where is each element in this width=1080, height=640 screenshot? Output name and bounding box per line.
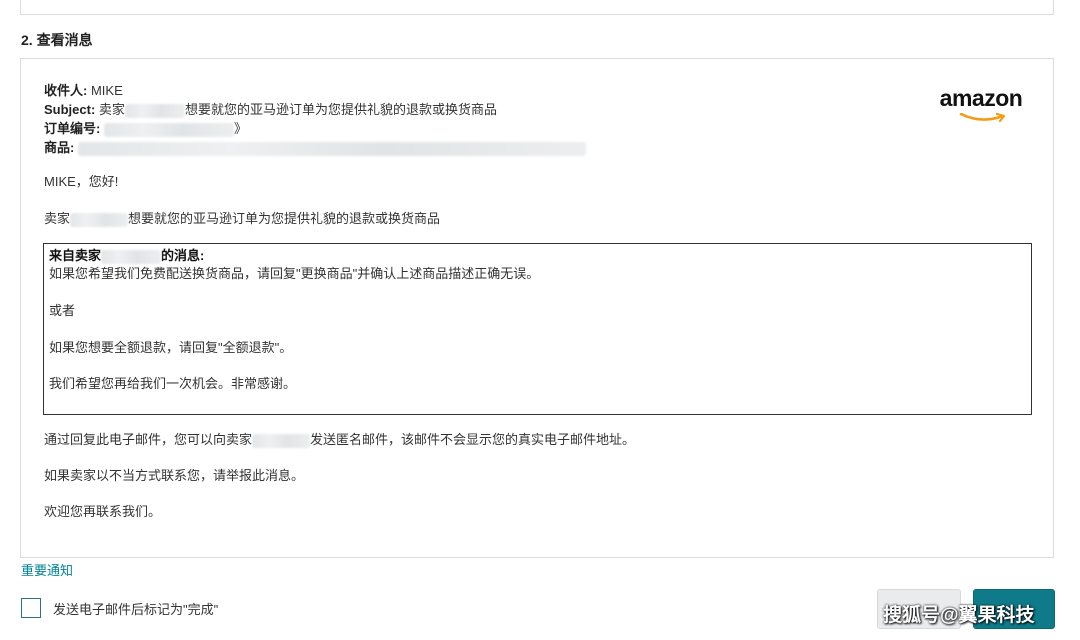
anonymous-reply-note: 通过回复此电子邮件，您可以向卖家 发送匿名邮件，该邮件不会显示您的真实电子邮件地址… [44, 429, 635, 448]
message-header-prefix: 来自卖家 [49, 248, 102, 263]
redacted-seller-name [124, 103, 185, 118]
report-note: 如果卖家以不当方式联系您，请举报此消息。 [44, 468, 305, 483]
welcome-note: 欢迎您再联系我们。 [44, 504, 162, 519]
anon-suffix: 发送匿名邮件，该邮件不会显示您的真实电子邮件地址。 [310, 432, 636, 447]
redacted-seller-name [101, 249, 162, 264]
message-header: 来自卖家 的消息: [49, 247, 204, 265]
order-label: 订单编号: [44, 121, 101, 136]
message-header-suffix: 的消息: [161, 248, 205, 263]
important-notice-link[interactable]: 重要通知 [21, 560, 73, 579]
intro-prefix: 卖家 [44, 211, 71, 226]
previous-section-card [20, 0, 1054, 15]
message-line-4: 我们希望您再给我们一次机会。非常感谢。 [49, 376, 297, 391]
mark-complete-label: 发送电子邮件后标记为"完成" [53, 601, 219, 617]
order-suffix: 》 [233, 121, 247, 136]
recipient-row: 收件人: MIKE [44, 81, 586, 100]
amazon-smile-icon [959, 112, 1006, 123]
subject-prefix: 卖家 [98, 102, 125, 117]
message-line-1: 如果您希望我们免费配送换货商品，请回复"更换商品"并确认上述商品描述正确无误。 [49, 266, 540, 281]
message-line-3: 如果您想要全额退款，请回复"全额退款"。 [49, 340, 293, 355]
subject-row: Subject: 卖家 想要就您的亚马逊订单为您提供礼貌的退款或换货商品 [44, 100, 586, 119]
mark-complete-checkbox[interactable] [21, 598, 41, 618]
recipient-label: 收件人: [44, 83, 88, 98]
anon-prefix: 通过回复此电子邮件，您可以向卖家 [44, 432, 253, 447]
redacted-seller-name [70, 212, 129, 227]
message-line-2: 或者 [49, 303, 76, 318]
redacted-seller-name [252, 433, 311, 448]
amazon-logo: amazon [931, 85, 1031, 125]
email-header: 收件人: MIKE Subject: 卖家 想要就您的亚马逊订单为您提供礼貌的退款… [44, 81, 586, 157]
recipient-value: MIKE [90, 83, 123, 98]
mark-complete-row: 发送电子邮件后标记为"完成" [21, 598, 218, 618]
amazon-logo-text: amazon [939, 85, 1023, 111]
product-label: 商品: [44, 140, 75, 155]
redacted-order-number [103, 122, 234, 137]
subject-label: Subject: [44, 102, 96, 117]
send-button[interactable] [973, 589, 1055, 629]
section-title: 2. 查看消息 [21, 32, 93, 48]
product-row: 商品: [44, 138, 586, 157]
order-row: 订单编号: 》 [44, 119, 586, 138]
subject-suffix: 想要就您的亚马逊订单为您提供礼貌的退款或换货商品 [184, 102, 497, 117]
cancel-button[interactable] [877, 589, 961, 629]
redacted-product-name [77, 141, 586, 156]
intro-line: 卖家 想要就您的亚马逊订单为您提供礼貌的退款或换货商品 [44, 208, 440, 227]
seller-message-box: 来自卖家 的消息: 如果您希望我们免费配送换货商品，请回复"更换商品"并确认上述商… [43, 243, 1032, 415]
greeting: MIKE，您好! [44, 174, 119, 189]
email-preview-card: amazon 收件人: MIKE Subject: 卖家想要就您的亚马逊订单为您… [20, 58, 1054, 558]
intro-suffix: 想要就您的亚马逊订单为您提供礼貌的退款或换货商品 [128, 211, 441, 226]
